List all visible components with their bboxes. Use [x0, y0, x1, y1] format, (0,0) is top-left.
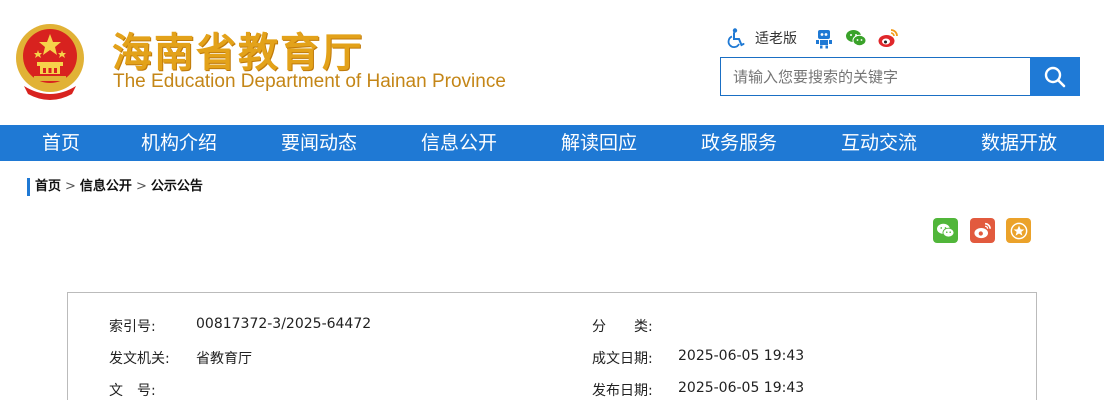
created-date-value: 2025-06-05 19:43	[678, 348, 805, 364]
issuer-value: 省教育厅	[196, 351, 252, 367]
header-tools: 适老版	[725, 25, 899, 51]
share-weibo-button[interactable]	[970, 218, 995, 243]
favorite-star-icon	[1010, 222, 1027, 239]
national-emblem-icon[interactable]	[10, 20, 90, 100]
search-icon	[1044, 66, 1066, 87]
published-date-label: 发布日期:	[592, 383, 653, 399]
wechat-icon[interactable]	[845, 27, 867, 49]
nav-item-news[interactable]: 要闻动态	[281, 125, 357, 161]
site-title-en: The Education Department of Hainan Provi…	[113, 71, 506, 92]
site-title-cn[interactable]: 海南省教育厅	[112, 20, 364, 78]
doc-number-label: 文 号:	[109, 383, 156, 399]
share-wechat-button[interactable]	[933, 218, 958, 243]
elder-mode-link[interactable]: 适老版	[755, 28, 797, 48]
nav-item-services[interactable]: 政务服务	[701, 125, 777, 161]
nav-item-about[interactable]: 机构介绍	[141, 125, 217, 161]
site-header: 海南省教育厅 The Education Department of Haina…	[0, 0, 1104, 125]
index-number-value: 00817372-3/2025-64472	[196, 316, 372, 332]
breadcrumb: 首页 > 信息公开 > 公示公告	[27, 178, 203, 196]
accessibility-icon[interactable]	[725, 27, 747, 49]
created-date-label: 成文日期:	[592, 351, 653, 367]
breadcrumb-home[interactable]: 首页	[35, 179, 61, 194]
search-input[interactable]	[720, 57, 1031, 96]
nav-item-disclosure[interactable]: 信息公开	[421, 125, 497, 161]
weibo-icon	[974, 222, 991, 239]
share-favorite-button[interactable]	[1006, 218, 1031, 243]
nav-item-interpretation[interactable]: 解读回应	[561, 125, 637, 161]
breadcrumb-separator: >	[135, 179, 147, 194]
search-button[interactable]	[1030, 57, 1080, 96]
issuer-label: 发文机关:	[109, 351, 170, 367]
index-number-label: 索引号:	[109, 319, 156, 335]
published-date-value: 2025-06-05 19:43	[678, 380, 805, 396]
wechat-icon	[937, 223, 955, 238]
document-info-table: 索引号: 00817372-3/2025-64472 分 类: 发文机关: 省教…	[67, 292, 1037, 400]
breadcrumb-announcements[interactable]: 公示公告	[151, 179, 203, 194]
breadcrumb-disclosure[interactable]: 信息公开	[80, 179, 132, 194]
nav-item-interaction[interactable]: 互动交流	[841, 125, 917, 161]
category-label: 分 类:	[592, 319, 653, 335]
main-nav: 首页 机构介绍 要闻动态 信息公开 解读回应 政务服务 互动交流 数据开放	[0, 125, 1104, 161]
weibo-icon[interactable]	[877, 27, 899, 49]
breadcrumb-separator: >	[65, 179, 76, 194]
nav-item-home[interactable]: 首页	[42, 125, 80, 161]
nav-item-open-data[interactable]: 数据开放	[981, 125, 1057, 161]
robot-assistant-icon[interactable]	[813, 27, 835, 49]
